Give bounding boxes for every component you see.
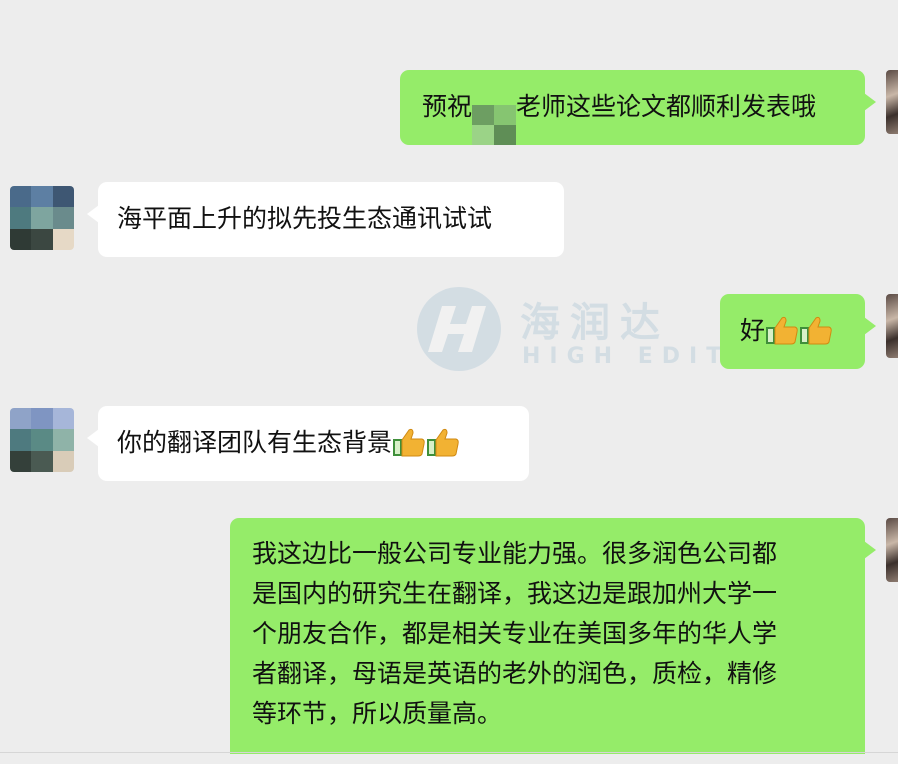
message-bubble-outgoing[interactable]: 预祝 老师这些论文都顺利发表哦 bbox=[400, 70, 876, 145]
avatar-self[interactable] bbox=[886, 518, 898, 582]
message-bubble-incoming[interactable]: 海平面上升的拟先投生态通讯试试 bbox=[87, 182, 564, 257]
pixelated-name bbox=[472, 105, 517, 145]
message-line: 个朋友合作，都是相关专业在美国多年的华人学 bbox=[252, 619, 778, 648]
message-bubble-incoming[interactable]: 你的翻译团队有生态背景 bbox=[87, 406, 529, 481]
h-logo-icon bbox=[417, 287, 501, 371]
watermark-en: HIGH EDIT bbox=[522, 344, 731, 369]
thumbs-up-emoji-icon bbox=[766, 316, 798, 345]
thumbs-up-emoji-icon bbox=[427, 428, 459, 457]
message-line: 者翻译，母语是英语的老外的润色，质检，精修 bbox=[252, 659, 778, 688]
message-text-part: 预祝 bbox=[422, 92, 473, 121]
avatar-self[interactable] bbox=[886, 70, 898, 134]
message-text: 你的翻译团队有生态背景 bbox=[117, 428, 393, 457]
thumbs-up-emoji-icon bbox=[800, 316, 832, 345]
avatar-contact[interactable] bbox=[10, 408, 74, 472]
message-line: 等环节，所以质量高。 bbox=[252, 699, 503, 728]
message-text: 海平面上升的拟先投生态通讯试试 bbox=[117, 204, 493, 233]
message-text: 好 bbox=[740, 316, 766, 345]
avatar-self[interactable] bbox=[886, 294, 898, 358]
chat-area: 海润达 HIGH EDIT 预祝 老师这些论文都顺利发表哦 海平面上升的拟先投生… bbox=[0, 0, 898, 764]
avatar-contact[interactable] bbox=[10, 186, 74, 250]
message-line: 是国内的研究生在翻译，我这边是跟加州大学一 bbox=[252, 579, 778, 608]
thumbs-up-emoji-icon bbox=[393, 428, 425, 457]
message-text-part: 老师这些论文都顺利发表哦 bbox=[516, 92, 817, 121]
message-line: 我这边比一般公司专业能力强。很多润色公司都 bbox=[252, 539, 778, 568]
message-bubble-outgoing[interactable]: 我这边比一般公司专业能力强。很多润色公司都 是国内的研究生在翻译，我这边是跟加州… bbox=[230, 518, 876, 754]
watermark: 海润达 HIGH EDIT bbox=[414, 284, 721, 374]
divider bbox=[0, 752, 898, 753]
message-bubble-outgoing[interactable]: 好 bbox=[720, 294, 876, 369]
watermark-cn: 海润达 bbox=[520, 300, 670, 346]
